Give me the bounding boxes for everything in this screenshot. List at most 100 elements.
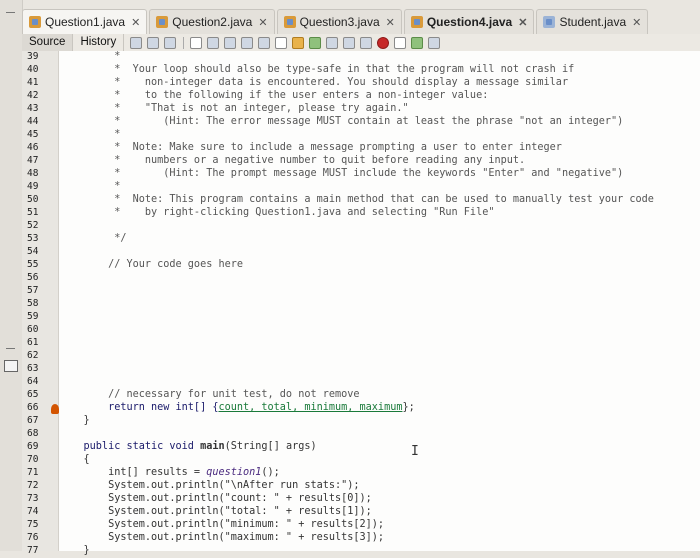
close-icon[interactable]: ✕	[518, 16, 527, 29]
line-number: 54	[27, 246, 39, 257]
stop-macro-icon[interactable]	[394, 36, 407, 49]
code-line: System.out.println("count: " + results[0…	[59, 493, 372, 504]
code-line: * Your loop should also be type-safe in …	[59, 64, 575, 75]
code-line: // Your code goes here	[59, 259, 244, 270]
line-number: 73	[27, 493, 39, 504]
code-editor[interactable]: * * Your loop should also be type-safe i…	[59, 51, 700, 556]
toggle-bookmark-icon[interactable]	[326, 36, 339, 49]
line-number: 60	[27, 324, 39, 335]
code-line: return new int[] {count, total, minimum,…	[59, 402, 415, 413]
next-bookmark-icon[interactable]	[309, 36, 322, 49]
start-macro-icon[interactable]	[377, 36, 390, 49]
line-number: 56	[27, 272, 39, 283]
line-number: 43	[27, 103, 39, 114]
find-next-icon[interactable]	[224, 36, 237, 49]
code-line: * (Hint: The error message MUST contain …	[59, 116, 624, 127]
code-line: }	[59, 545, 90, 556]
line-number: 51	[27, 207, 39, 218]
code-line: * Note: This program contains a main met…	[59, 194, 654, 205]
tab-question1[interactable]: Question1.java ✕	[22, 9, 148, 34]
close-icon[interactable]: ✕	[258, 16, 267, 29]
line-number: 52	[27, 220, 39, 231]
code-line: System.out.println("total: " + results[1…	[59, 506, 372, 517]
line-number: 58	[27, 298, 39, 309]
code-line: int[] results = question1();	[59, 467, 280, 478]
previous-bookmark-icon[interactable]	[292, 36, 305, 49]
close-icon[interactable]: ✕	[131, 16, 140, 29]
code-line: * Note: Make sure to include a message p…	[59, 142, 562, 153]
line-number: 62	[27, 350, 39, 361]
line-number: 48	[27, 168, 39, 179]
uncomment-icon[interactable]	[428, 36, 441, 49]
comment-icon[interactable]	[411, 36, 424, 49]
code-line: * "That is not an integer, please try ag…	[59, 103, 409, 114]
code-line: *	[59, 129, 121, 140]
line-number: 59	[27, 311, 39, 322]
line-number: 46	[27, 142, 39, 153]
line-number-gutter[interactable]: 39 40 41 42 43 44 45 46 47 48 49 50 51 5…	[22, 51, 68, 556]
line-number: 53	[27, 233, 39, 244]
line-number: 72	[27, 480, 39, 491]
line-number: 64	[27, 376, 39, 387]
java-file-icon	[29, 16, 41, 28]
line-number: 42	[27, 90, 39, 101]
line-number: 75	[27, 519, 39, 530]
editor-toolbar: Source History	[22, 34, 700, 52]
line-number: 57	[27, 285, 39, 296]
line-number: 69	[27, 441, 39, 452]
rectangular-selection-icon[interactable]	[275, 36, 288, 49]
shift-right-icon[interactable]	[360, 36, 373, 49]
code-line: * (Hint: The prompt message MUST include…	[59, 168, 624, 179]
code-line: public static void main(String[] args)	[59, 441, 317, 452]
line-number: 39	[27, 51, 39, 62]
line-number: 71	[27, 467, 39, 478]
find-icon[interactable]	[190, 36, 203, 49]
code-line: */	[59, 233, 127, 244]
code-line: {	[59, 454, 90, 465]
line-number: 49	[27, 181, 39, 192]
toolbar-separator	[183, 36, 185, 49]
collapse-icon[interactable]	[6, 348, 15, 349]
line-number: 74	[27, 506, 39, 517]
back-icon[interactable]	[147, 36, 160, 49]
highlight-icon[interactable]	[258, 36, 271, 49]
tab-student[interactable]: Student.java ✕	[536, 9, 649, 34]
tab-question4[interactable]: Question4.java ✕	[403, 9, 535, 34]
editor-tab-bar: Question1.java ✕ Question2.java ✕ Questi…	[22, 6, 700, 34]
line-number: 63	[27, 363, 39, 374]
code-line: System.out.println("maximum: " + results…	[59, 532, 385, 543]
shift-left-icon[interactable]	[343, 36, 356, 49]
code-line: * numbers or a negative number to quit b…	[59, 155, 526, 166]
line-number: 45	[27, 129, 39, 140]
last-edit-icon[interactable]	[130, 36, 143, 49]
find-selection-icon[interactable]	[241, 36, 254, 49]
line-number: 76	[27, 532, 39, 543]
collapse-icon[interactable]	[6, 12, 15, 13]
tab-question2[interactable]: Question2.java ✕	[149, 9, 275, 34]
close-icon[interactable]: ✕	[632, 16, 641, 29]
forward-icon[interactable]	[164, 36, 177, 49]
line-number: 68	[27, 428, 39, 439]
history-button[interactable]: History	[73, 34, 125, 51]
window-icon[interactable]	[4, 360, 18, 372]
class-file-icon	[543, 16, 556, 28]
line-number: 50	[27, 194, 39, 205]
java-file-icon	[156, 16, 169, 28]
code-line: * non-integer data is encountered. You s…	[59, 77, 569, 88]
line-number: 65	[27, 389, 39, 400]
code-line: *	[59, 181, 121, 192]
close-icon[interactable]: ✕	[386, 16, 395, 29]
line-number: 61	[27, 337, 39, 348]
warning-icon[interactable]	[51, 404, 59, 414]
code-line: // necessary for unit test, do not remov…	[59, 389, 360, 400]
line-number: 67	[27, 415, 39, 426]
source-button[interactable]: Source	[22, 34, 74, 51]
code-line: System.out.println("minimum: " + results…	[59, 519, 385, 530]
code-line: *	[59, 51, 121, 62]
code-line: * to the following if the user enters a …	[59, 90, 489, 101]
code-line: }	[59, 415, 90, 426]
line-number: 40	[27, 64, 39, 75]
tab-question3[interactable]: Question3.java ✕	[276, 9, 402, 34]
java-file-icon	[410, 16, 423, 28]
find-previous-icon[interactable]	[207, 36, 220, 49]
